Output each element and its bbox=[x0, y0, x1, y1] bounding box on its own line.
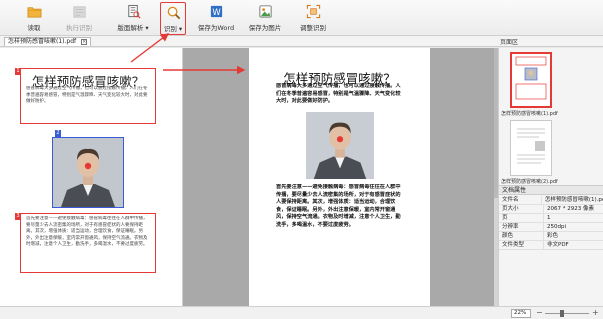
page-thumbnail-1-caption: 怎样预防感冒咳嗽(1).pdf bbox=[501, 111, 558, 117]
pane-divider bbox=[183, 48, 249, 306]
page-panel-title: 页面区 bbox=[500, 39, 519, 46]
property-row: 文件类型 非文PDF bbox=[499, 241, 603, 250]
original-paragraph-1: 感冒病毒大多通过空气传播，也可以通过接触传播。人们在冬季普遍容易感冒，特别是气温… bbox=[26, 86, 148, 104]
app-window: 读取 执行识别 版面解析 ▾ 识别 ▾ W 保存为Word 保存为图片 调整识别… bbox=[0, 0, 603, 319]
batch-icon bbox=[73, 6, 85, 18]
page-thumbnail-preview bbox=[517, 128, 545, 164]
original-paragraph-2: 首先要注意——避免接触病毒：感冒病毒往往在人群中传播，要尽量少去人流密集的场所，… bbox=[26, 216, 148, 247]
zoom-slider[interactable] bbox=[545, 313, 589, 314]
property-row: 页大小 2067 * 2923 像素 bbox=[499, 205, 603, 214]
status-bar: 22% − + bbox=[0, 306, 603, 319]
block-number-badge: 3 bbox=[15, 213, 21, 220]
word-icon: W bbox=[210, 5, 222, 18]
document-tab-label: 怎样预防感冒咳嗽(1).pdf bbox=[8, 38, 77, 45]
converted-paragraph-2: 首先要注意——避免接触病毒：感冒病毒往往在人群中传播，要尽量少去人流密集的场所，… bbox=[276, 184, 401, 228]
zoom-out-icon[interactable]: − bbox=[536, 308, 543, 318]
close-icon[interactable]: × bbox=[81, 39, 88, 45]
zoom-level-select[interactable]: 22% bbox=[511, 309, 531, 318]
zoom-in-icon[interactable]: + bbox=[592, 308, 599, 318]
converted-paragraph-1: 感冒病毒大多通过空气传播，也可以通过接触传播。人们在冬季普遍容易感冒，特别是气温… bbox=[276, 83, 401, 104]
right-gray-margin bbox=[430, 48, 496, 306]
image-icon bbox=[258, 5, 272, 18]
converted-document-pane[interactable]: 怎样预防感冒咳嗽？ 感冒病毒大多通过空气传播，也可以通过接触传播。人们在冬季普遍… bbox=[249, 48, 430, 306]
page-thumbnail-2-caption: 怎样预防感冒咳嗽(2).pdf bbox=[501, 179, 558, 185]
document-properties-table: 文件名 怎样预防感冒咳嗽(1).pdf 页大小 2067 * 2923 像素 页1 … bbox=[499, 196, 603, 250]
read-button[interactable]: 读取 bbox=[22, 4, 46, 34]
recognize-label: 识别 ▾ bbox=[163, 25, 183, 33]
property-row: 分辨率 250dpi bbox=[499, 223, 603, 232]
property-row: 颜色 彩色 bbox=[499, 232, 603, 241]
property-row: 页1 bbox=[499, 214, 603, 223]
folder-icon bbox=[27, 7, 41, 18]
magnifier-icon bbox=[167, 6, 180, 20]
recognition-block-image[interactable]: 2 bbox=[52, 130, 124, 208]
document-tab-bar: 怎样预防感冒咳嗽(1).pdf × 页面区 bbox=[0, 36, 603, 47]
layout-parse-button[interactable]: 版面解析 ▾ bbox=[112, 4, 154, 34]
adjust-scan-button[interactable]: 调整识别 bbox=[297, 4, 329, 34]
recognition-block-text-1[interactable]: 1 怎样预防感冒咳嗽？ 感冒病毒大多通过空气传播，也可以通过接触传播。人们在冬季… bbox=[15, 68, 156, 124]
save-word-button[interactable]: W 保存为Word bbox=[195, 4, 237, 34]
toolbar: 读取 执行识别 版面解析 ▾ 识别 ▾ W 保存为Word 保存为图片 调整识别 bbox=[0, 0, 603, 36]
side-panel: 怎样预防感冒咳嗽(1).pdf 怎样预防感冒咳嗽(2).pdf 文档属性 文件名… bbox=[498, 48, 603, 306]
page-thumbnail-preview bbox=[515, 56, 547, 100]
block-number-badge: 2 bbox=[55, 130, 61, 137]
document-tab[interactable]: 怎样预防感冒咳嗽(1).pdf × bbox=[4, 37, 92, 46]
portrait-image bbox=[53, 138, 123, 207]
zoom-slider-handle[interactable] bbox=[560, 310, 564, 317]
batch-recognize-button[interactable]: 执行识别 bbox=[58, 4, 100, 34]
scan-icon bbox=[306, 4, 320, 19]
page-thumbnail-2[interactable] bbox=[510, 120, 552, 176]
original-page: 1 怎样预防感冒咳嗽？ 感冒病毒大多通过空气传播，也可以通过接触传播。人们在冬季… bbox=[15, 68, 160, 298]
recognition-block-text-2[interactable]: 3 首先要注意——避免接触病毒：感冒病毒往往在人群中传播，要尽量少去人流密集的场… bbox=[15, 213, 156, 273]
page-thumbnail-1[interactable] bbox=[510, 52, 552, 108]
document-properties-title: 文档属性 bbox=[499, 185, 603, 195]
save-image-button[interactable]: 保存为图片 bbox=[245, 4, 285, 34]
layout-parse-icon bbox=[127, 4, 140, 19]
recognize-button[interactable]: 识别 ▾ bbox=[160, 2, 186, 35]
svg-text:W: W bbox=[212, 7, 221, 17]
property-row: 文件名 怎样预防感冒咳嗽(1).pdf bbox=[499, 196, 603, 205]
converted-portrait-image bbox=[306, 112, 374, 179]
layout-parse-label: 版面解析 ▾ bbox=[117, 24, 149, 32]
original-document-pane[interactable]: 1 怎样预防感冒咳嗽？ 感冒病毒大多通过空气传播，也可以通过接触传播。人们在冬季… bbox=[0, 48, 183, 306]
